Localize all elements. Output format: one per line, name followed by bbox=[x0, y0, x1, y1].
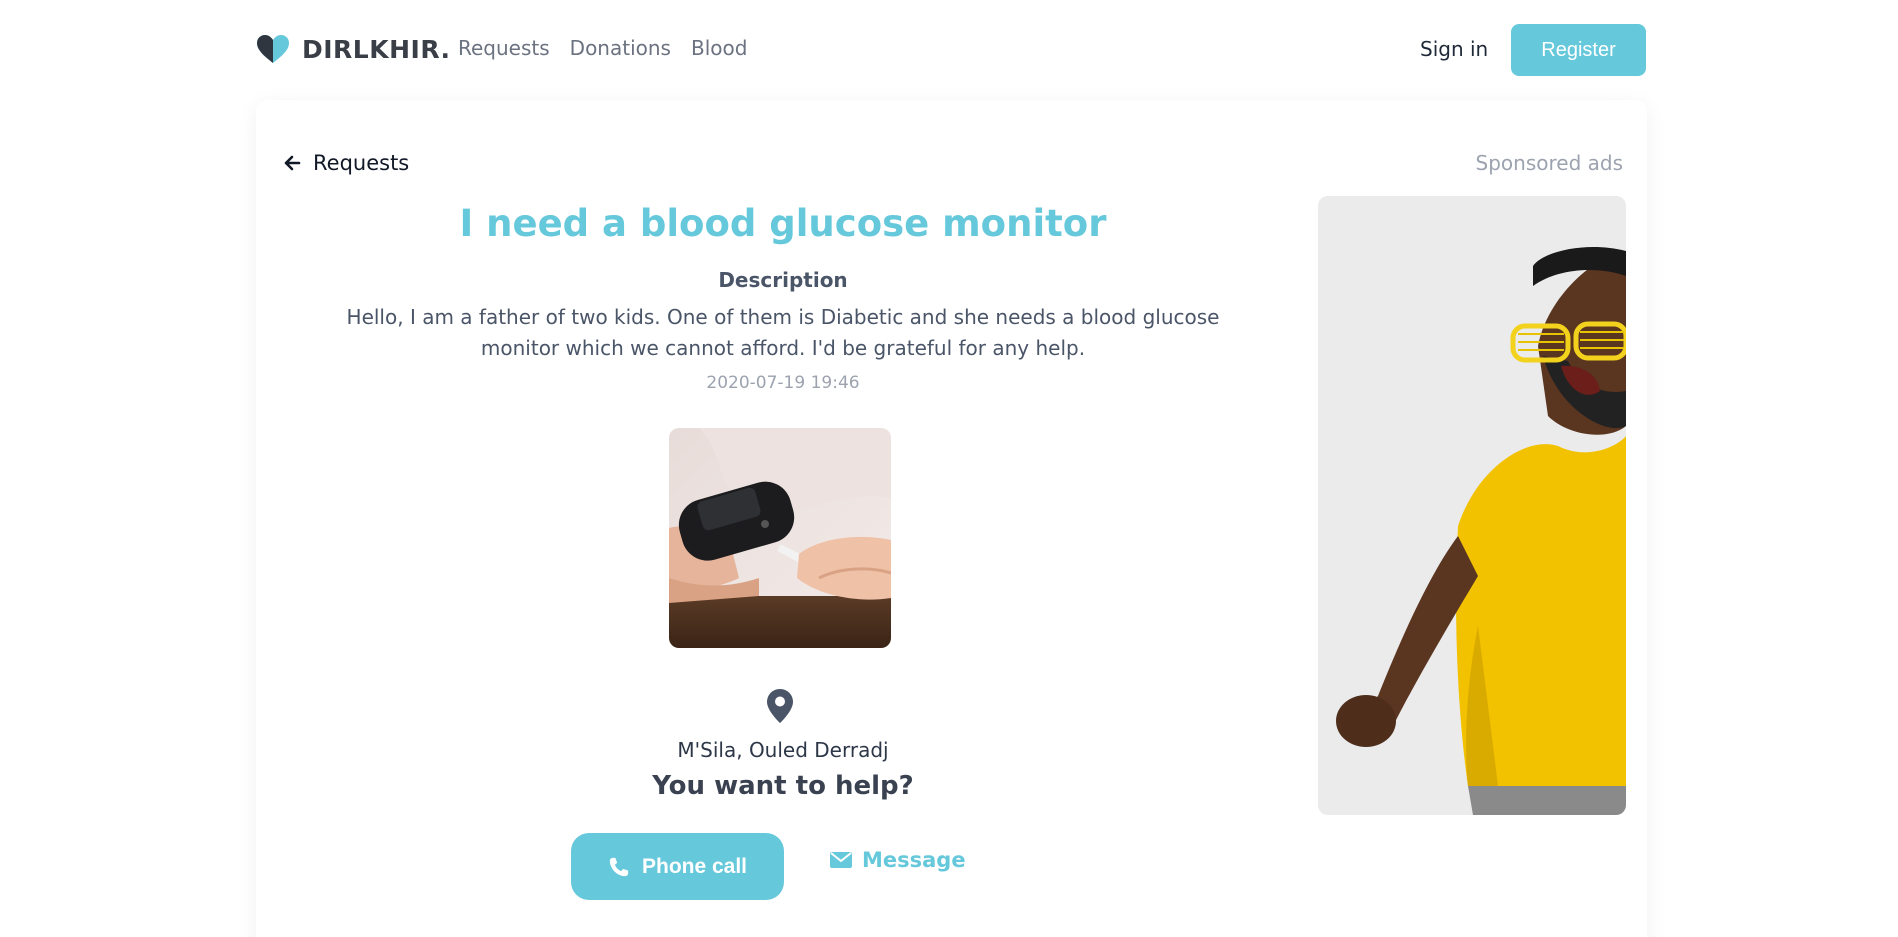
brand-name: DIRLKHIR. bbox=[302, 34, 451, 64]
nav-requests[interactable]: Requests bbox=[458, 36, 550, 60]
back-to-requests-link[interactable]: Requests bbox=[283, 151, 409, 175]
heart-icon bbox=[257, 35, 289, 63]
request-title: I need a blood glucose monitor bbox=[459, 202, 1107, 245]
sponsored-ad-image[interactable] bbox=[1318, 196, 1626, 815]
map-pin-icon bbox=[767, 689, 793, 723]
phone-icon bbox=[609, 857, 629, 876]
arrow-left-icon bbox=[284, 155, 301, 171]
nav-donations[interactable]: Donations bbox=[570, 36, 671, 60]
register-button[interactable]: Register bbox=[1511, 24, 1646, 76]
main-nav: Requests Donations Blood bbox=[458, 36, 747, 60]
phone-call-button[interactable]: Phone call bbox=[571, 833, 784, 900]
top-navbar: DIRLKHIR. Requests Donations Blood Sign … bbox=[0, 0, 1898, 100]
back-label: Requests bbox=[313, 151, 410, 175]
description-heading: Description bbox=[718, 268, 848, 292]
message-button[interactable]: Message bbox=[830, 848, 966, 872]
request-date: 2020-07-19 19:46 bbox=[706, 373, 860, 393]
request-location: M'Sila, Ouled Derradj bbox=[677, 738, 889, 762]
sign-in-link[interactable]: Sign in bbox=[1420, 37, 1488, 61]
request-photo bbox=[669, 428, 891, 648]
help-prompt: You want to help? bbox=[652, 771, 914, 801]
description-text: Hello, I am a father of two kids. One of… bbox=[346, 305, 1220, 360]
envelope-icon bbox=[830, 852, 852, 868]
nav-blood[interactable]: Blood bbox=[691, 36, 747, 60]
phone-call-label: Phone call bbox=[641, 854, 748, 878]
sponsored-ads-label: Sponsored ads bbox=[1475, 151, 1623, 175]
brand-logo[interactable]: DIRLKHIR. bbox=[256, 34, 451, 64]
message-label: Message bbox=[862, 848, 966, 872]
